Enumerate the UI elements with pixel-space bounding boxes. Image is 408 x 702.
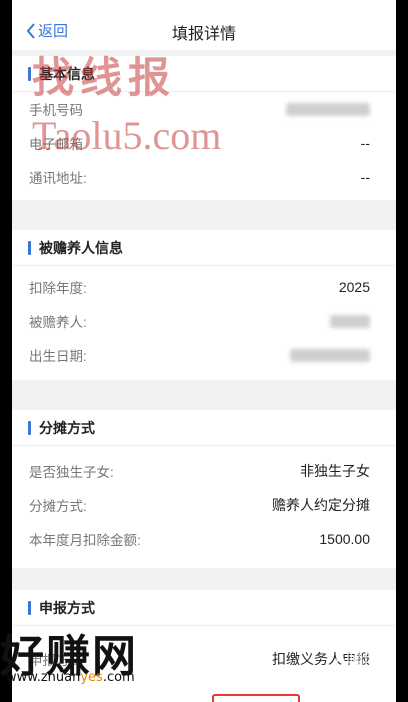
section-supported-person: 被赡养人信息 扣除年度: 2025 被赡养人: 出生日期: — [12, 230, 396, 380]
section-header: 基本信息 — [12, 56, 396, 92]
accent-bar — [28, 420, 31, 435]
row-birth-date: 出生日期: — [12, 338, 396, 372]
bottom-action-button[interactable] — [212, 694, 300, 702]
section-title: 申报方式 — [39, 599, 95, 616]
section-basic-info: 基本信息 手机号码 电子邮箱 -- 通讯地址: -- — [12, 56, 396, 200]
row-label: 本年度月扣除金额: — [29, 533, 141, 548]
accent-bar — [28, 600, 31, 615]
redacted-value — [290, 348, 370, 362]
section-header: 被赡养人信息 — [12, 230, 396, 266]
row-label: 分摊方式: — [29, 499, 87, 514]
row-only-child: 是否独生子女: 非独生子女 — [12, 454, 396, 488]
row-value: -- — [360, 169, 370, 185]
row-value: -- — [360, 135, 370, 151]
row-declare-method: 申报方式 扣缴义务人申报 — [12, 642, 396, 676]
row-value: 赡养人约定分摊 — [272, 497, 370, 513]
row-supported-person: 被赡养人: — [12, 304, 396, 338]
row-deduction-year: 扣除年度: 2025 — [12, 270, 396, 304]
row-split-method: 分摊方式: 赡养人约定分摊 — [12, 488, 396, 522]
section-declare-method: 申报方式 申报方式 扣缴义务人申报 — [12, 590, 396, 702]
page-title: 填报详情 — [171, 26, 236, 43]
row-address: 通讯地址: -- — [12, 160, 396, 194]
row-label: 电子邮箱 — [29, 137, 83, 152]
redacted-value — [286, 102, 370, 116]
nav-bar: 返回 填报详情 — [12, 0, 396, 50]
section-split-method: 分摊方式 是否独生子女: 非独生子女 分摊方式: 赡养人约定分摊 本年度月扣除金… — [12, 410, 396, 568]
row-label: 扣除年度: — [29, 281, 87, 296]
section-title: 被赡养人信息 — [39, 239, 123, 256]
row-phone: 手机号码 — [12, 92, 396, 126]
row-value: 2025 — [338, 279, 370, 295]
section-header: 分摊方式 — [12, 410, 396, 446]
redacted-value — [330, 314, 370, 328]
row-email: 电子邮箱 -- — [12, 126, 396, 160]
app-screen: 返回 填报详情 基本信息 手机号码 电子邮箱 -- 通讯地址: -- 被赡养人信… — [12, 0, 396, 702]
section-title: 分摊方式 — [39, 419, 95, 436]
row-label: 申报方式 — [29, 653, 83, 668]
row-label: 出生日期: — [29, 349, 87, 364]
row-label: 是否独生子女: — [29, 465, 114, 480]
row-value: 非独生子女 — [300, 463, 370, 479]
accent-bar — [28, 240, 31, 255]
row-value: 1500.00 — [319, 531, 370, 547]
row-label: 通讯地址: — [29, 171, 87, 186]
section-header: 申报方式 — [12, 590, 396, 626]
row-value: 扣缴义务人申报 — [272, 651, 370, 667]
accent-bar — [28, 66, 31, 81]
row-label: 手机号码 — [29, 103, 83, 118]
row-label: 被赡养人: — [29, 315, 87, 330]
section-title: 基本信息 — [39, 65, 95, 82]
row-monthly-deduction: 本年度月扣除金额: 1500.00 — [12, 522, 396, 556]
